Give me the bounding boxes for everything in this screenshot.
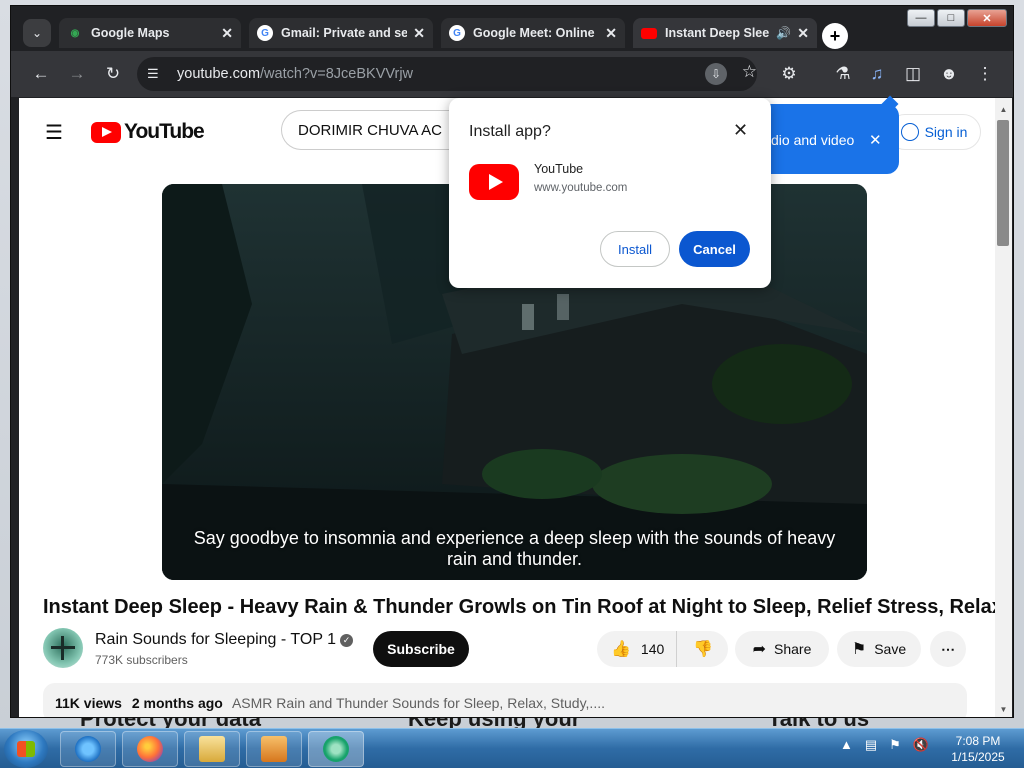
network-icon[interactable]: ▤ <box>865 737 877 753</box>
taskbar-media-player[interactable] <box>246 731 302 767</box>
youtube-logo[interactable]: YouTube <box>91 120 205 144</box>
firefox-icon <box>137 736 163 762</box>
youtube-app-icon <box>469 164 519 200</box>
tab-youtube[interactable]: Instant Deep Sleep 🔊 ✕ <box>633 18 817 48</box>
app-url: www.youtube.com <box>534 182 628 194</box>
tab-title: Gmail: Private and sec <box>281 26 408 40</box>
close-tab-icon[interactable]: ✕ <box>605 25 617 42</box>
youtube-icon <box>641 27 657 39</box>
tab-title: Instant Deep Sleep <box>665 26 771 40</box>
tab-google-maps[interactable]: ◉ Google Maps ✕ <box>59 18 241 48</box>
install-button[interactable]: Install <box>600 231 670 267</box>
media-toast: dio and video ✕ <box>749 95 899 174</box>
dislike-button[interactable]: 👎 <box>677 639 729 659</box>
share-arrow-icon: ➦ <box>752 641 767 658</box>
folder-icon <box>199 736 225 762</box>
scroll-down-arrow-icon[interactable]: ▼ <box>995 702 1012 716</box>
share-button[interactable]: ➦ Share <box>735 631 829 667</box>
chevron-down-icon: ⌄ <box>31 26 43 40</box>
dialog-title: Install app? <box>469 123 551 140</box>
page-scrollbar[interactable]: ▲ ▼ <box>995 98 1012 717</box>
account-icon <box>900 123 919 141</box>
system-clock[interactable]: 7:08 PM 1/15/2025 <box>940 733 1016 765</box>
subscribe-button[interactable]: Subscribe <box>373 631 469 667</box>
youtube-play-icon <box>91 121 121 143</box>
tab-title: Google Maps <box>91 26 170 40</box>
side-panel-icon[interactable]: ◫ <box>901 62 925 86</box>
taskbar-explorer[interactable] <box>184 731 240 767</box>
system-tray: ▲ ▤ ⚑ 🔇 <box>840 737 929 753</box>
close-tab-icon[interactable]: ✕ <box>413 25 425 42</box>
browser-toolbar: ← → ↻ ☰ youtube.com/watch?v=8JceBKVVrjw … <box>11 51 1013 97</box>
tab-google-meet[interactable]: G Google Meet: Online ✕ <box>441 18 625 48</box>
address-bar[interactable]: ☰ youtube.com/watch?v=8JceBKVVrjw ⇩ ☆ <box>137 57 757 91</box>
channel-avatar[interactable] <box>43 628 83 668</box>
menu-dots-icon[interactable]: ⋮ <box>973 62 997 86</box>
install-app-icon[interactable]: ⇩ <box>705 63 727 85</box>
forward-icon[interactable]: → <box>65 62 89 86</box>
scroll-thumb[interactable] <box>997 120 1009 246</box>
google-g-icon: G <box>449 25 465 41</box>
description-box[interactable]: 11K views 2 months ago ASMR Rain and Thu… <box>43 683 967 717</box>
labs-flask-icon[interactable]: ⚗ <box>831 62 855 86</box>
sign-in-button[interactable]: Sign in <box>887 114 981 150</box>
new-tab-button[interactable]: + <box>822 23 848 49</box>
thumbs-up-icon: 👍 <box>611 641 631 658</box>
audio-playing-icon[interactable]: 🔊 <box>776 26 791 40</box>
taskbar-internet-explorer[interactable] <box>60 731 116 767</box>
thumbs-down-icon: 👎 <box>693 641 714 658</box>
taskbar: ▲ ▤ ⚑ 🔇 7:08 PM 1/15/2025 <box>0 728 1024 768</box>
more-actions-button[interactable]: ⋯ <box>930 631 966 667</box>
google-g-icon: G <box>257 25 273 41</box>
back-icon[interactable]: ← <box>29 62 53 86</box>
tab-search-button[interactable]: ⌄ <box>23 19 51 47</box>
internet-explorer-icon <box>75 736 101 762</box>
verified-badge-icon: ✓ <box>340 634 354 647</box>
close-toast-icon[interactable]: ✕ <box>869 131 882 149</box>
site-info-icon[interactable]: ☰ <box>147 66 169 82</box>
scroll-up-arrow-icon[interactable]: ▲ <box>995 102 1012 116</box>
install-app-dialog: Install app? ✕ YouTube www.youtube.com I… <box>449 98 771 288</box>
reload-icon[interactable]: ↻ <box>101 62 125 86</box>
tab-gmail[interactable]: G Gmail: Private and sec ✕ <box>249 18 433 48</box>
volume-muted-icon[interactable]: 🔇 <box>913 737 929 753</box>
browser-icon <box>323 736 349 762</box>
tab-strip: ⌄ ◉ Google Maps ✕ G Gmail: Private and s… <box>11 15 1013 51</box>
extensions-icon[interactable]: ⚙ <box>777 62 801 86</box>
like-button[interactable]: 👍 140 <box>597 631 678 667</box>
taskbar-chrome[interactable] <box>308 731 364 767</box>
app-name: YouTube <box>534 162 584 176</box>
close-tab-icon[interactable]: ✕ <box>797 25 809 42</box>
video-caption: Say goodbye to insomnia and experience a… <box>193 528 836 569</box>
media-controls-icon[interactable]: ♫ <box>865 62 889 86</box>
profile-icon[interactable]: ☻ <box>937 62 961 86</box>
hamburger-menu-icon[interactable]: ☰ <box>45 120 63 145</box>
like-dislike-group: 👍 140 👎 <box>597 631 728 667</box>
close-tab-icon[interactable]: ✕ <box>221 25 233 42</box>
video-title: Instant Deep Sleep - Heavy Rain & Thunde… <box>43 596 995 618</box>
cancel-button[interactable]: Cancel <box>679 231 750 267</box>
bookmark-star-icon[interactable]: ☆ <box>742 62 757 82</box>
action-center-flag-icon[interactable]: ⚑ <box>889 737 901 753</box>
start-button[interactable] <box>4 730 48 768</box>
close-dialog-icon[interactable]: ✕ <box>733 120 748 141</box>
save-button[interactable]: ⚑ Save <box>837 631 921 667</box>
bookmark-icon: ⚑ <box>851 641 867 658</box>
browser-window: — □ ✕ ⌄ ◉ Google Maps ✕ G Gmail: Private… <box>10 5 1014 718</box>
tab-title: Google Meet: Online <box>473 26 595 40</box>
taskbar-firefox[interactable] <box>122 731 178 767</box>
channel-name[interactable]: Rain Sounds for Sleeping - TOP 1 ✓ <box>95 631 354 649</box>
subscriber-count: 773K subscribers <box>95 653 188 667</box>
more-dots-icon: ⋯ <box>941 640 955 657</box>
media-player-icon <box>261 736 287 762</box>
url-text[interactable]: youtube.com/watch?v=8JceBKVVrjw <box>177 66 413 82</box>
maps-pin-icon: ◉ <box>70 27 80 39</box>
show-hidden-icons-icon[interactable]: ▲ <box>840 737 853 753</box>
